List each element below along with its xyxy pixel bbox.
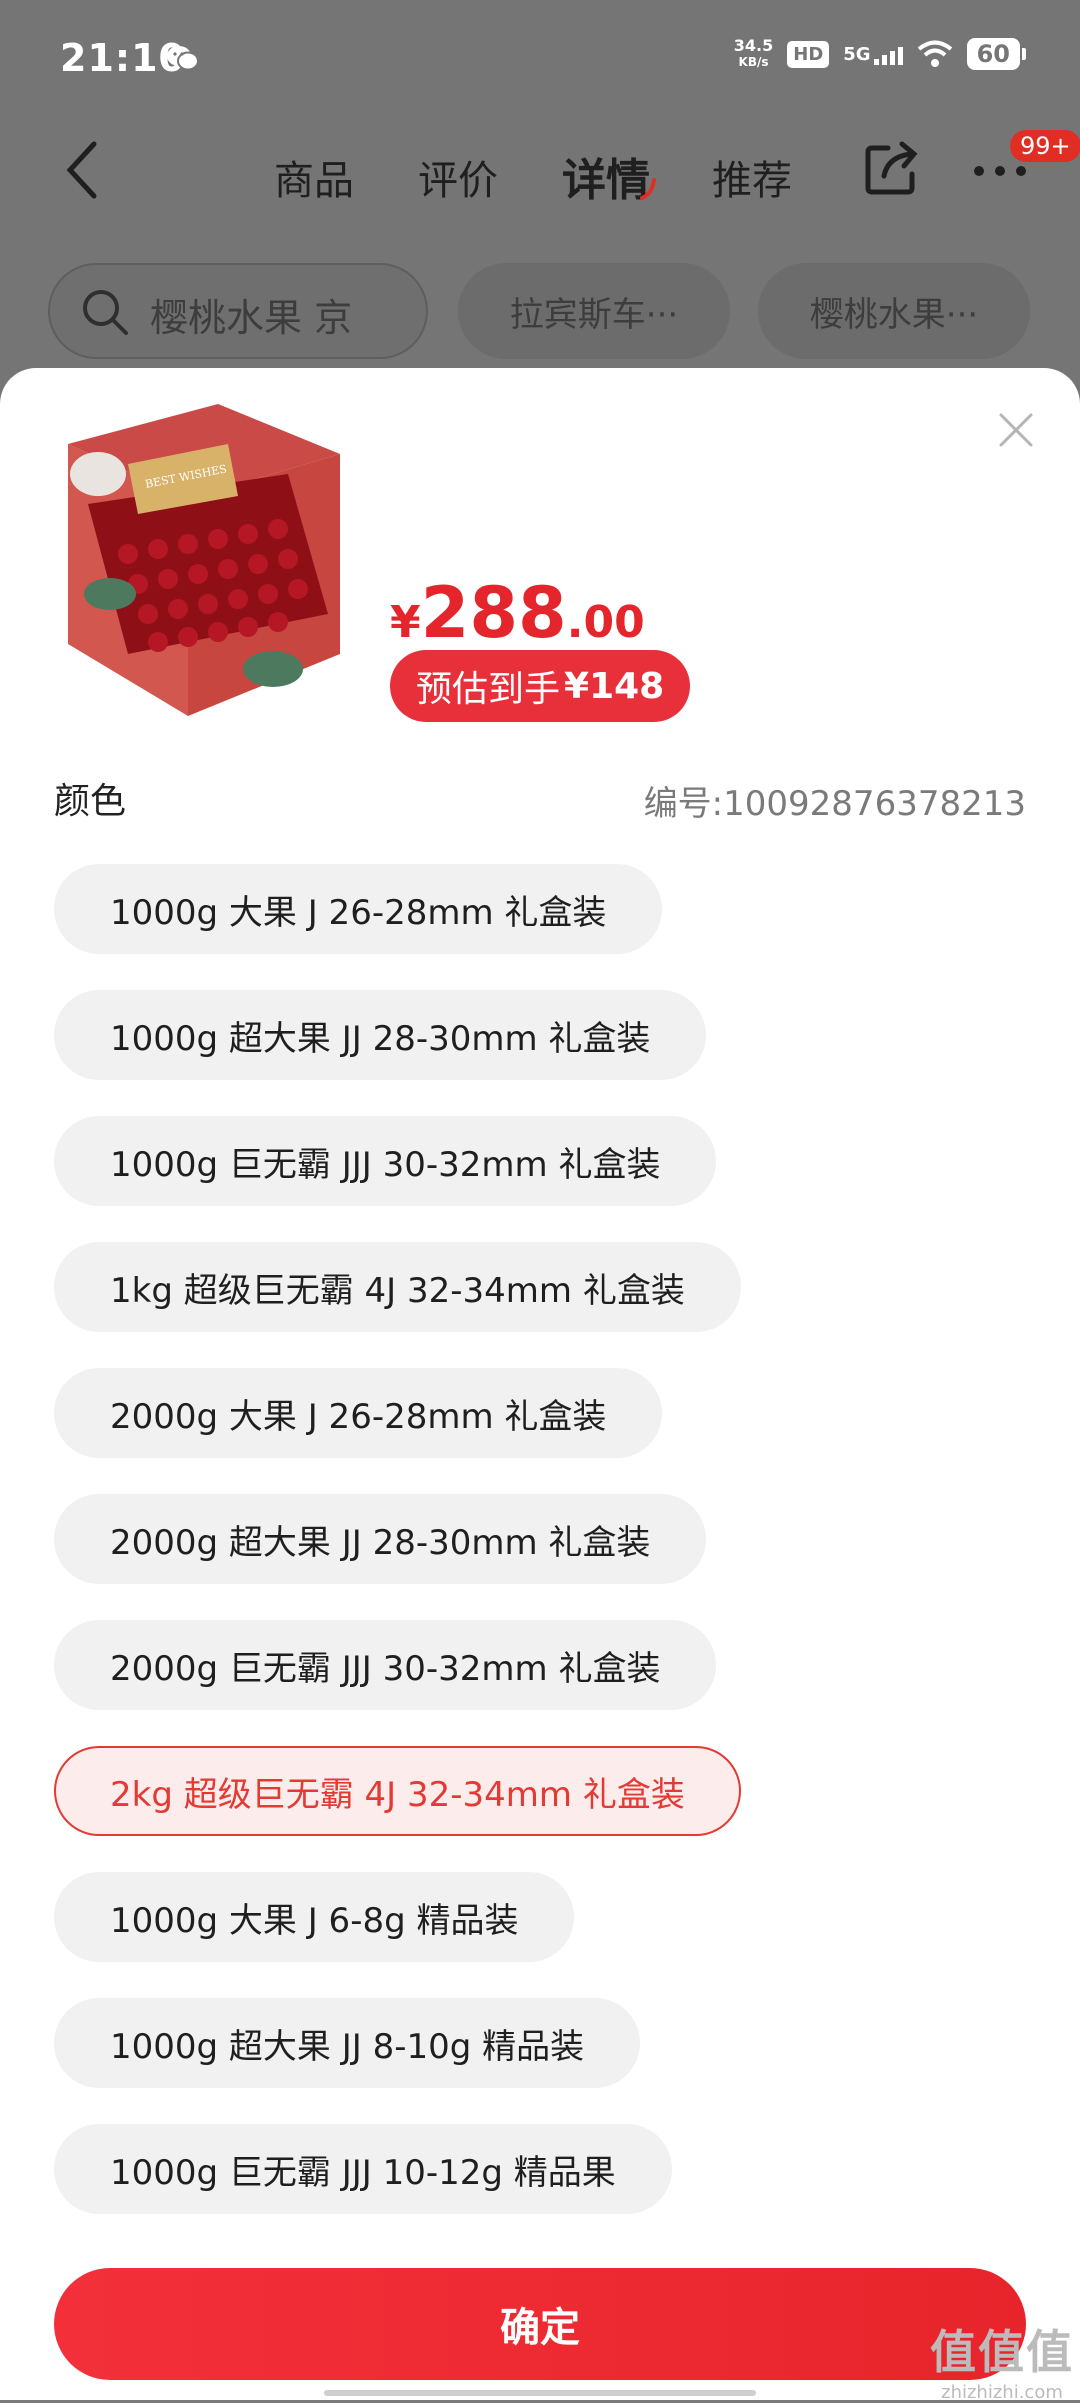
wechat-icon: [167, 46, 199, 71]
sku-option[interactable]: 1000g 巨无霸 JJJ 30-32mm 礼盒装: [54, 1116, 717, 1206]
search-icon: [83, 290, 128, 335]
sku-option[interactable]: 1000g 大果 J 6-8g 精品装: [54, 1872, 575, 1962]
sku-number: 编号:10092876378213: [643, 784, 1026, 824]
active-tab-indicator: [640, 178, 656, 200]
sku-option[interactable]: 1000g 超大果 JJ 8-10g 精品装: [54, 1998, 641, 2088]
tab-reviews[interactable]: 评价: [418, 148, 498, 206]
home-indicator: [324, 2390, 756, 2396]
product-image: BEST WISHES: [68, 404, 340, 716]
sku-option[interactable]: 2000g 巨无霸 JJJ 30-32mm 礼盒装: [54, 1620, 717, 1710]
tab-recommend[interactable]: 推荐: [712, 148, 792, 206]
sku-option[interactable]: 2000g 超大果 JJ 28-30mm 礼盒装: [54, 1494, 707, 1584]
sku-option[interactable]: 1000g 大果 J 26-28mm 礼盒装: [54, 864, 663, 954]
tab-product[interactable]: 商品: [274, 148, 354, 206]
share-icon[interactable]: [862, 140, 920, 198]
search-chip[interactable]: 拉宾斯车···: [458, 263, 730, 359]
search-box[interactable]: 樱桃水果 京: [48, 263, 428, 359]
battery-indicator: 60: [966, 38, 1027, 70]
hd-badge: HD: [787, 40, 830, 68]
watermark: 值值值 zhizhizhi.com: [930, 2325, 1074, 2403]
notification-badge: 99+: [1008, 128, 1080, 164]
search-input[interactable]: 樱桃水果 京: [150, 287, 352, 342]
sku-option-selected[interactable]: 2kg 超级巨无霸 4J 32-34mm 礼盒装: [54, 1746, 741, 1836]
wifi-icon: [917, 40, 952, 67]
signal-5g-icon: 5G: [843, 44, 903, 65]
tab-details[interactable]: 详情: [562, 144, 650, 208]
network-speed: 34.5 KB/s: [733, 36, 774, 70]
sku-option[interactable]: 1000g 超大果 JJ 28-30mm 礼盒装: [54, 990, 707, 1080]
more-icon[interactable]: [972, 164, 1028, 178]
sku-option[interactable]: 2000g 大果 J 26-28mm 礼盒装: [54, 1368, 663, 1458]
sku-option[interactable]: 1000g 巨无霸 JJJ 10-12g 精品果: [54, 2124, 672, 2214]
status-bar: 21:10 34.5 KB/s HD 5G 60: [0, 0, 1080, 120]
estimated-price-badge: 预估到手 ¥148: [390, 650, 691, 722]
search-chip[interactable]: 樱桃水果···: [758, 263, 1030, 359]
close-icon[interactable]: [998, 412, 1034, 448]
sku-option[interactable]: 1kg 超级巨无霸 4J 32-34mm 礼盒装: [54, 1242, 741, 1332]
price: ¥288.00: [390, 572, 645, 654]
color-label: 颜色: [54, 781, 127, 822]
confirm-button[interactable]: 确定: [54, 2268, 1026, 2380]
back-arrow-icon[interactable]: [62, 140, 102, 200]
status-indicators: 34.5 KB/s HD 5G 60: [733, 36, 1027, 70]
